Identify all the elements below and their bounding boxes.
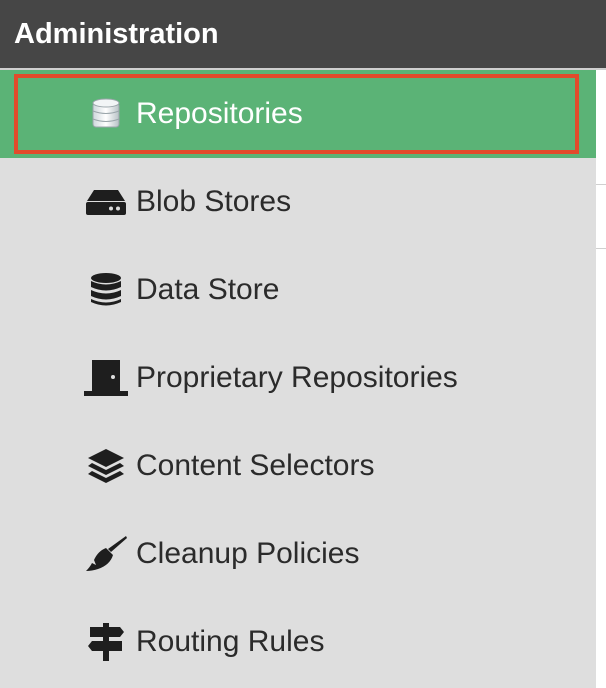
sidebar-item-label: Proprietary Repositories — [136, 361, 458, 394]
sidebar-item-blob-stores[interactable]: Blob Stores — [0, 158, 596, 246]
signpost-icon — [84, 622, 128, 662]
sidebar-item-label: Content Selectors — [136, 449, 375, 482]
sidebar-item-proprietary-repositories[interactable]: Proprietary Repositories — [0, 334, 596, 422]
database-icon — [84, 270, 128, 310]
admin-sidebar: Repositories Blob Stores Data Store Prop… — [0, 70, 596, 688]
selection-highlight-box — [14, 74, 579, 154]
sidebar-item-data-store[interactable]: Data Store — [0, 246, 596, 334]
sidebar-item-label: Routing Rules — [136, 625, 325, 658]
hard-drive-icon — [84, 182, 128, 222]
sidebar-item-label: Blob Stores — [136, 185, 292, 218]
content-edge-divider — [596, 184, 606, 185]
door-icon — [84, 358, 128, 398]
sidebar-item-content-selectors[interactable]: Content Selectors — [0, 422, 596, 510]
content-edge-divider — [596, 248, 606, 249]
content-edge — [596, 70, 606, 688]
sidebar-item-cleanup-policies[interactable]: Cleanup Policies — [0, 510, 596, 598]
sidebar-item-routing-rules[interactable]: Routing Rules — [0, 598, 596, 686]
admin-header: Administration — [0, 0, 606, 68]
layers-icon — [84, 446, 128, 486]
admin-header-title: Administration — [14, 17, 219, 50]
broom-icon — [84, 534, 128, 574]
sidebar-item-label: Cleanup Policies — [136, 537, 360, 570]
sidebar-item-repositories[interactable]: Repositories — [0, 70, 596, 158]
sidebar-item-label: Data Store — [136, 273, 280, 306]
